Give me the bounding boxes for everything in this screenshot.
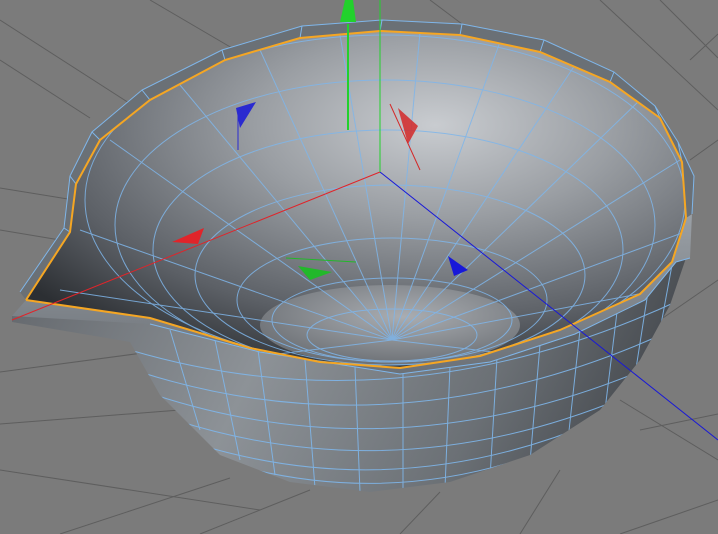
- 3d-viewport[interactable]: [0, 0, 718, 534]
- viewport-canvas[interactable]: [0, 0, 718, 534]
- bowl-bottom: [260, 285, 520, 365]
- y-arrow-icon[interactable]: [340, 0, 356, 22]
